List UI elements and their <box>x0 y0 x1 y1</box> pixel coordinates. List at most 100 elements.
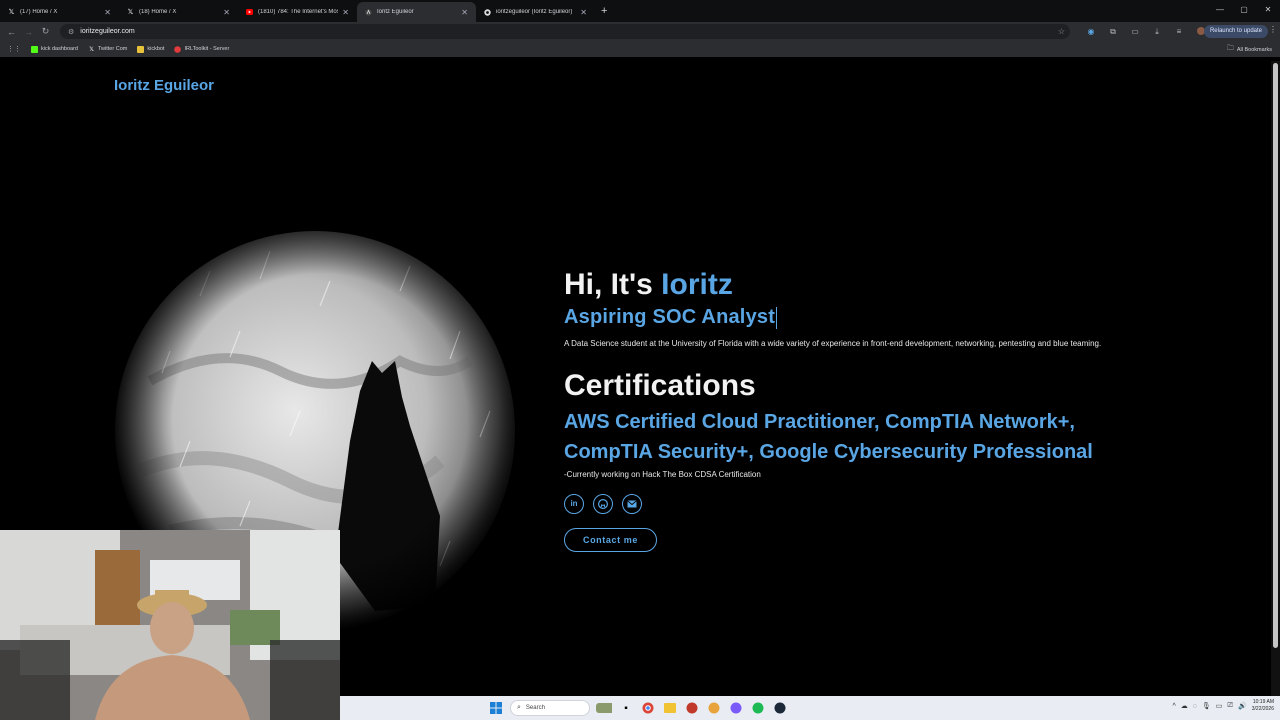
search-icon: ⌕ <box>517 704 521 711</box>
tab-title: (17) Home / X <box>20 9 58 15</box>
bookmark-kickbot[interactable]: kickbot <box>137 45 165 53</box>
tab-youtube[interactable]: (1810) 784: The Internet's Most ✕ <box>238 2 357 22</box>
site-info-icon[interactable]: ⚙ <box>68 28 74 36</box>
taskbar-apps: ⌕ Search ▪ <box>488 700 788 716</box>
apps-grid-icon[interactable]: ⋮⋮ <box>7 45 21 53</box>
steam-icon[interactable] <box>772 700 788 716</box>
close-tab-icon[interactable]: ✕ <box>104 8 111 17</box>
tab-title: Ioritz Eguileor <box>377 9 414 15</box>
certs-line-1: AWS Certified Cloud Practitioner, CompTI… <box>564 410 1075 433</box>
close-window-icon[interactable]: ✕ <box>1256 0 1280 20</box>
github-icon <box>484 8 491 16</box>
windows-start-icon[interactable] <box>488 700 504 716</box>
close-tab-icon[interactable]: ✕ <box>461 8 468 17</box>
url-text: ioritzeguileor.com <box>80 28 135 35</box>
github-icon[interactable] <box>593 493 613 514</box>
maximize-icon[interactable]: ▢ <box>1232 0 1256 20</box>
x-logo-icon: 𝕏 <box>127 8 134 16</box>
irl-icon <box>174 45 182 53</box>
volume-icon[interactable]: 🔊 <box>1238 702 1247 710</box>
tab-title: (18) Home / X <box>139 9 177 15</box>
display-icon[interactable]: ▭ <box>1216 702 1223 710</box>
window-controls: — ▢ ✕ <box>1208 0 1280 20</box>
webcam-overlay <box>0 530 340 720</box>
back-button[interactable]: ← <box>3 23 20 40</box>
certs-line-2: CompTIA Security+, Google Cybersecurity … <box>564 440 1093 463</box>
new-tab-button[interactable]: + <box>601 5 607 17</box>
reload-button[interactable]: ↻ <box>37 23 54 40</box>
youtube-icon <box>246 9 253 16</box>
clock[interactable]: 10:19 AM 3/22/2026 <box>1252 699 1274 713</box>
bookmark-star-icon[interactable]: ☆ <box>1058 27 1065 36</box>
close-tab-icon[interactable]: ✕ <box>223 8 230 17</box>
tab-x-home-2[interactable]: 𝕏 (18) Home / X ✕ <box>119 2 238 22</box>
social-links: in <box>564 493 1144 514</box>
extension-icons: ◉ ⧉ ▭ ⤓ ≡ <box>1080 22 1212 41</box>
role-text: Aspiring SOC Analyst <box>564 306 776 328</box>
bookmark-kick-dashboard[interactable]: kick dashboard <box>31 45 78 53</box>
download-icon[interactable]: ⤓ <box>1146 27 1168 37</box>
contact-me-button[interactable]: Contact me <box>564 527 657 552</box>
site-brand[interactable]: Ioritz Eguileor <box>114 77 214 94</box>
bookmark-label: kick dashboard <box>41 46 78 52</box>
extension-audio-icon[interactable]: ◉ <box>1080 27 1102 36</box>
media-icon[interactable]: ≡ <box>1168 27 1190 36</box>
spotify-icon[interactable] <box>750 700 766 716</box>
file-explorer-icon[interactable] <box>662 700 678 716</box>
greeting-name: Ioritz <box>661 268 733 301</box>
close-tab-icon[interactable]: ✕ <box>342 8 349 17</box>
role-subtitle: Aspiring SOC Analyst <box>564 306 1144 329</box>
folder-icon: 🗀 <box>1226 45 1234 52</box>
clock-date: 3/22/2026 <box>1251 706 1274 712</box>
page-scrollbar[interactable] <box>1271 61 1280 696</box>
widgets-icon[interactable] <box>596 700 612 716</box>
close-tab-icon[interactable]: ✕ <box>580 8 587 17</box>
bot-icon <box>137 45 145 53</box>
typing-cursor <box>776 306 778 329</box>
mic-icon[interactable]: 🎙 <box>1202 702 1211 710</box>
screen: 𝕏 (17) Home / X ✕ 𝕏 (18) Home / X ✕ (181… <box>0 0 1280 720</box>
tab-strip: 𝕏 (17) Home / X ✕ 𝕏 (18) Home / X ✕ (181… <box>0 0 1280 22</box>
greeting-heading: Hi, It's Ioritz <box>564 268 1144 302</box>
network-icon[interactable]: ⎚ <box>1227 702 1233 710</box>
email-icon[interactable] <box>622 493 642 514</box>
tab-github[interactable]: ioritzeguileor (Ioritz Eguileor) ✕ <box>476 2 595 22</box>
greeting-prefix: Hi, It's <box>564 268 653 301</box>
tab-ioritz-site[interactable]: Ioritz Eguileor ✕ <box>357 2 476 22</box>
extensions-puzzle-icon[interactable]: ⧉ <box>1102 27 1124 37</box>
tab-x-home-1[interactable]: 𝕏 (17) Home / X ✕ <box>0 2 119 22</box>
messenger-icon[interactable] <box>728 700 744 716</box>
search-placeholder: Search <box>525 705 545 711</box>
bookmark-irltoolkit[interactable]: IRLToolkit - Server <box>174 45 229 53</box>
all-bookmarks[interactable]: 🗀 All Bookmarks <box>1227 44 1272 55</box>
minimize-icon[interactable]: — <box>1208 0 1232 20</box>
all-bookmarks-label: All Bookmarks <box>1236 46 1272 53</box>
menu-kebab-icon[interactable]: ⋮ <box>1269 25 1277 34</box>
chevron-up-icon[interactable]: ^ <box>1172 703 1175 710</box>
vpn-icon[interactable]: ◌ <box>1193 703 1197 710</box>
linkedin-icon[interactable]: in <box>564 493 584 514</box>
clock-time: 10:19 AM <box>1252 699 1274 705</box>
cloud-icon[interactable]: ☁ <box>1181 702 1188 710</box>
tab-title: ioritzeguileor (Ioritz Eguileor) <box>496 9 573 15</box>
site-icon <box>365 8 372 16</box>
app-icon[interactable] <box>684 700 700 716</box>
bookmarks-bar: ⋮⋮ kick dashboard 𝕏 Twitter Com kickbot … <box>0 41 1280 57</box>
task-view-icon[interactable]: ▪ <box>618 700 634 716</box>
relaunch-button[interactable]: Relaunch to update <box>1203 25 1268 38</box>
intro-section: Hi, It's Ioritz Aspiring SOC Analyst A D… <box>564 268 1144 552</box>
scrollbar-thumb[interactable] <box>1273 63 1278 648</box>
bookmark-label: kickbot <box>147 46 165 52</box>
bookmark-label: Twitter Com <box>98 46 128 52</box>
tab-search-icon[interactable]: ▭ <box>1124 27 1146 36</box>
chrome-icon[interactable] <box>640 700 656 716</box>
certifications-heading: Certifications <box>564 368 756 402</box>
taskbar-search[interactable]: ⌕ Search <box>510 700 590 716</box>
address-bar[interactable]: ⚙ ioritzeguileor.com ☆ <box>60 24 1070 39</box>
forward-button[interactable]: → <box>20 23 37 40</box>
browser-toolbar: ← → ↻ ⚙ ioritzeguileor.com ☆ ◉ ⧉ ▭ ⤓ ≡ R… <box>0 22 1280 41</box>
intro-description: A Data Science student at the University… <box>564 339 1102 348</box>
chrome-profile-icon[interactable] <box>706 700 722 716</box>
bookmark-twitter[interactable]: 𝕏 Twitter Com <box>88 46 127 53</box>
x-logo-icon: 𝕏 <box>89 46 94 53</box>
